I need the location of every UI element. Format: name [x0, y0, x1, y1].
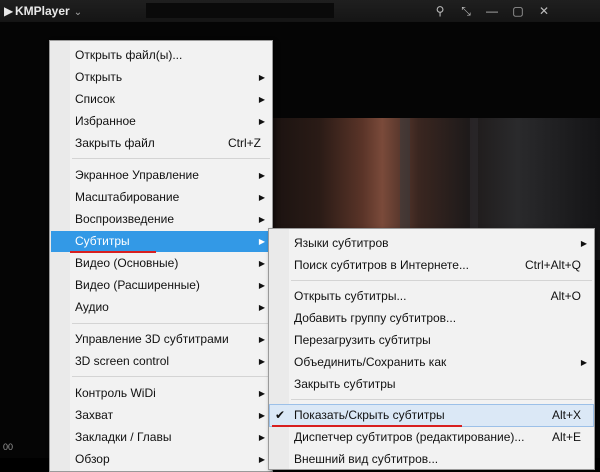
submenu-item-reload[interactable]: Перезагрузить субтитры — [270, 330, 593, 351]
chevron-down-icon[interactable]: ⌄ — [74, 7, 82, 18]
submenu-arrow-icon: ▶ — [580, 239, 587, 248]
subtitles-submenu: Языки субтитров ▶ Поиск субтитров в Интер… — [268, 228, 595, 470]
menu-item-video-advanced[interactable]: Видео (Расширенные) ▶ — [51, 275, 271, 296]
close-icon[interactable]: ✕ — [536, 3, 552, 19]
menu-item-open-files[interactable]: Открыть файл(ы)... — [51, 45, 271, 66]
annotation-underline — [70, 251, 156, 253]
menu-item-list[interactable]: Список ▶ — [51, 89, 271, 110]
submenu-arrow-icon: ▶ — [258, 455, 265, 464]
submenu-item-search-online[interactable]: Поиск субтитров в Интернете... Ctrl+Alt+Q — [270, 255, 593, 276]
app-logo[interactable]: ▶ KMPlayer ⌄ — [4, 4, 82, 18]
submenu-arrow-icon: ▶ — [258, 193, 265, 202]
menu-item-capture[interactable]: Захват ▶ — [51, 405, 271, 426]
menu-separator — [72, 158, 270, 159]
menu-item-open[interactable]: Открыть ▶ — [51, 67, 271, 88]
submenu-item-subtitle-appearance[interactable]: Внешний вид субтитров... — [270, 449, 593, 470]
submenu-item-open-subtitles[interactable]: Открыть субтитры... Alt+O — [270, 286, 593, 307]
submenu-arrow-icon: ▶ — [258, 303, 265, 312]
submenu-arrow-icon: ▶ — [258, 73, 265, 82]
submenu-item-close-subtitles[interactable]: Закрыть субтитры — [270, 374, 593, 395]
title-bar: ▶ KMPlayer ⌄ ⚲ ⤡ — ▢ ✕ — [0, 0, 600, 23]
menu-item-widi[interactable]: Контроль WiDi ▶ — [51, 383, 271, 404]
menu-item-bookmarks[interactable]: Закладки / Главы ▶ — [51, 427, 271, 448]
submenu-arrow-icon: ▶ — [258, 433, 265, 442]
submenu-arrow-icon: ▶ — [258, 389, 265, 398]
pin-icon[interactable]: ⚲ — [432, 3, 448, 19]
submenu-arrow-icon: ▶ — [258, 171, 265, 180]
kmplayer-logo-icon: ▶ — [4, 4, 14, 18]
menu-item-3d-subtitles[interactable]: Управление 3D субтитрами ▶ — [51, 329, 271, 350]
submenu-item-subtitle-manager[interactable]: Диспетчер субтитров (редактирование)... A… — [270, 427, 593, 448]
submenu-item-merge-save[interactable]: Объединить/Сохранить как ▶ — [270, 352, 593, 373]
menu-item-subtitles[interactable]: Субтитры ▶ — [51, 231, 271, 252]
maximize-icon[interactable]: ▢ — [510, 3, 526, 19]
menu-separator — [291, 399, 592, 400]
submenu-arrow-icon: ▶ — [258, 215, 265, 224]
submenu-arrow-icon: ▶ — [258, 335, 265, 344]
context-menu: Открыть файл(ы)... Открыть ▶ Список ▶ Избр… — [49, 40, 273, 472]
menu-separator — [72, 376, 270, 377]
submenu-item-toggle-subtitles[interactable]: ✔ Показать/Скрыть субтитры Alt+X — [269, 404, 594, 427]
menu-item-video-basic[interactable]: Видео (Основные) ▶ — [51, 253, 271, 274]
submenu-arrow-icon: ▶ — [258, 411, 265, 420]
submenu-arrow-icon: ▶ — [258, 95, 265, 104]
app-title: KMPlayer — [15, 4, 70, 18]
mini-mode-icon[interactable]: ⤡ — [458, 3, 474, 19]
menu-item-close-file[interactable]: Закрыть файл Ctrl+Z — [51, 133, 271, 154]
menu-separator — [72, 323, 270, 324]
submenu-item-add-group[interactable]: Добавить группу субтитров... — [270, 308, 593, 329]
time-readout: 00 — [3, 442, 14, 452]
submenu-arrow-icon: ▶ — [258, 281, 265, 290]
menu-item-overview[interactable]: Обзор ▶ — [51, 449, 271, 470]
menu-item-scaling[interactable]: Масштабирование ▶ — [51, 187, 271, 208]
submenu-arrow-icon: ▶ — [258, 237, 265, 246]
submenu-arrow-icon: ▶ — [258, 259, 265, 268]
submenu-arrow-icon: ▶ — [258, 117, 265, 126]
menu-item-audio[interactable]: Аудио ▶ — [51, 297, 271, 318]
menu-item-playback[interactable]: Воспроизведение ▶ — [51, 209, 271, 230]
checkmark-icon: ✔ — [275, 408, 286, 422]
submenu-item-subtitle-languages[interactable]: Языки субтитров ▶ — [270, 233, 593, 254]
submenu-arrow-icon: ▶ — [580, 358, 587, 367]
menu-item-screen-control[interactable]: Экранное Управление ▶ — [51, 165, 271, 186]
file-title-box — [146, 3, 334, 18]
menu-separator — [291, 280, 592, 281]
annotation-underline — [272, 425, 462, 427]
minimize-icon[interactable]: — — [484, 3, 500, 19]
menu-item-3d-screen[interactable]: 3D screen control ▶ — [51, 351, 271, 372]
menu-item-favorites[interactable]: Избранное ▶ — [51, 111, 271, 132]
submenu-arrow-icon: ▶ — [258, 357, 265, 366]
